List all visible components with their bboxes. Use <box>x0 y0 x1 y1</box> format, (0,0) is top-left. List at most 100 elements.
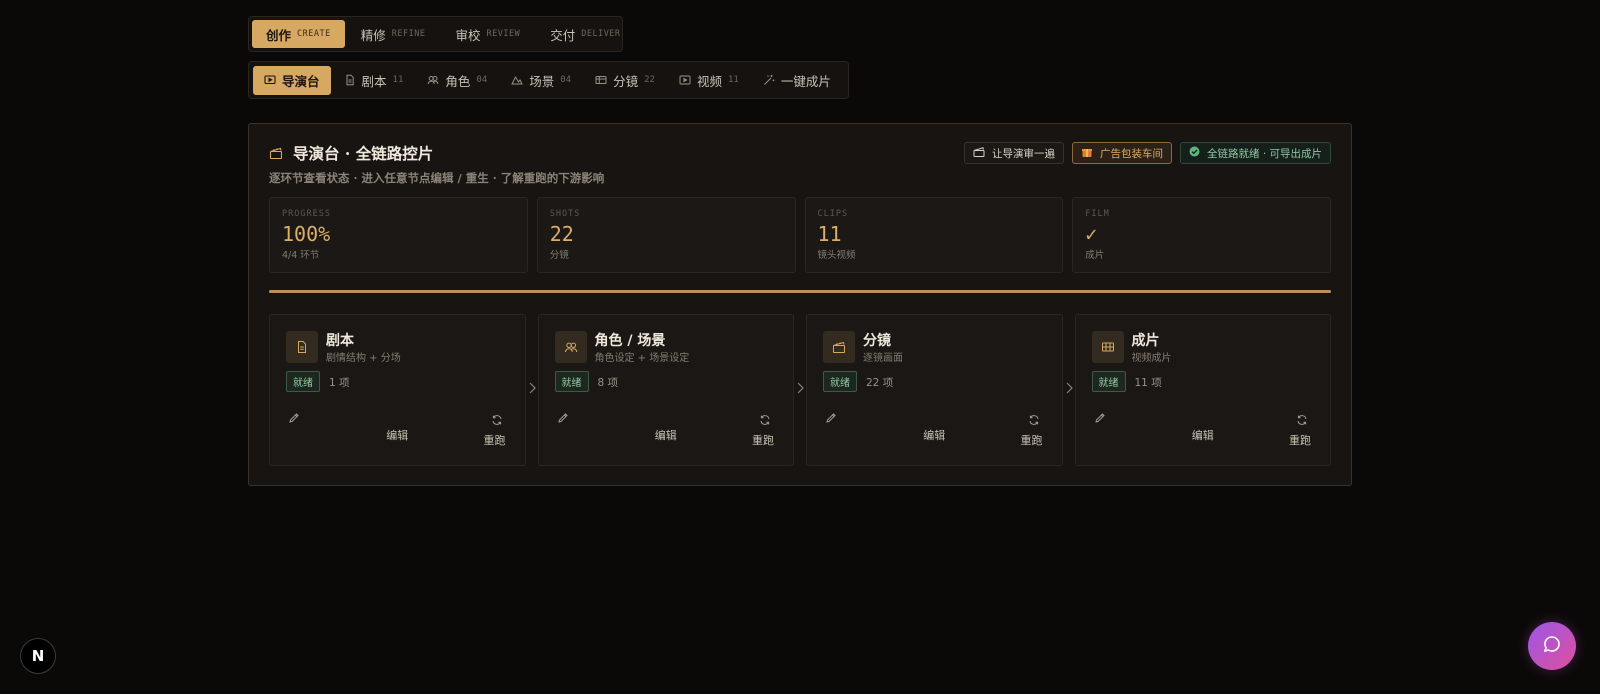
pencil-icon[interactable] <box>825 412 837 424</box>
tab-video[interactable]: 视频 11 <box>668 66 750 95</box>
node-title: 分镜 <box>863 333 891 349</box>
tab-label: 分镜 <box>613 73 639 89</box>
tab-label: 一键成片 <box>780 73 831 89</box>
stat-value: 100% <box>282 222 331 246</box>
check-circle-icon <box>1189 146 1200 160</box>
stat-key: FILM <box>1085 209 1110 219</box>
ready-badge: 就绪 <box>823 371 857 392</box>
button-label: 广告包装车间 <box>1099 147 1163 160</box>
tab-scenes[interactable]: 场景 04 <box>500 66 582 95</box>
tab-count: 22 <box>644 75 655 85</box>
chat-bubble-icon <box>1542 634 1562 658</box>
tab-label: 创作 <box>266 27 292 43</box>
tab-count: 04 <box>560 75 572 85</box>
ready-badge: 就绪 <box>286 371 320 392</box>
clapperboard-icon <box>269 146 283 160</box>
progress-fill <box>269 290 1331 293</box>
stat-shots: SHOTS 22 分镜 <box>536 197 796 273</box>
users-icon <box>427 74 439 86</box>
tab-deliver[interactable]: 交付 DELIVER <box>536 20 634 48</box>
stat-value: ✓ <box>1085 222 1098 246</box>
stat-key: SHOTS <box>549 209 581 219</box>
tab-count: 04 <box>476 75 488 85</box>
chat-button[interactable] <box>1528 622 1576 670</box>
rerun-button[interactable]: 重跑 <box>1021 411 1046 448</box>
page-title: 导演台 · 全链路控片 <box>293 144 434 163</box>
tab-label: 角色 <box>445 73 471 89</box>
tab-one-click-film[interactable]: 一键成片 <box>752 66 842 95</box>
node-count: 22 项 <box>866 377 894 389</box>
node-subtitle: 角色设定 + 场景设定 <box>594 353 690 364</box>
node-title: 成片 <box>1131 333 1160 349</box>
refresh-icon <box>759 414 771 426</box>
tab-label: 视频 <box>696 73 722 89</box>
header-actions: 让导演审一遍 广告包装车间 全链路就绪 · 可导出成片 <box>963 142 1331 164</box>
nextjs-dev-badge[interactable]: N <box>20 638 56 674</box>
node-script[interactable]: 剧本 剧情结构 + 分场 就绪 1 项 编辑 重跑 <box>269 314 536 466</box>
tab-characters[interactable]: 角色 04 <box>416 66 498 95</box>
tab-label: 剧本 <box>361 73 387 89</box>
clapperboard-icon <box>973 146 985 161</box>
chevron-right-icon <box>795 381 805 395</box>
tab-refine[interactable]: 精修 REFINE <box>347 20 440 48</box>
tab-storyboard[interactable]: 分镜 22 <box>584 66 666 95</box>
magic-wand-icon <box>763 74 775 86</box>
pencil-icon[interactable] <box>1094 412 1106 424</box>
tab-create[interactable]: 创作 CREATE <box>252 20 345 48</box>
rerun-button[interactable]: 重跑 <box>484 411 509 448</box>
film-icon <box>1091 331 1124 363</box>
refresh-icon <box>491 414 503 426</box>
tab-label: 交付 <box>550 27 576 43</box>
stat-sub: 成片 <box>1085 250 1105 261</box>
panel-header: 导演台 · 全链路控片 逐环节查看状态 · 进入任意节点编辑 / 重生 · 了解… <box>269 142 1331 185</box>
stat-film: FILM ✓ 成片 <box>1072 197 1331 273</box>
refresh-icon <box>1028 414 1040 426</box>
node-subtitle: 剧情结构 + 分场 <box>326 353 401 364</box>
clapperboard-icon <box>823 331 855 363</box>
stat-key: CLIPS <box>817 209 849 219</box>
ad-workshop-button[interactable]: 广告包装车间 <box>1071 142 1172 164</box>
rerun-button[interactable]: 重跑 <box>1289 411 1314 448</box>
rerun-label: 重跑 <box>1289 434 1311 447</box>
pencil-icon[interactable] <box>288 412 300 424</box>
stats-row: PROGRESS 100% 4/4 环节 SHOTS 22 分镜 CLIPS 1… <box>269 197 1331 273</box>
tab-label: 审校 <box>455 27 481 43</box>
node-count: 11 项 <box>1134 377 1162 389</box>
document-icon <box>286 331 318 363</box>
phase-tabs: 创作 CREATE 精修 REFINE 审校 REVIEW 交付 DELIVER <box>248 16 623 52</box>
tab-sublabel: CREATE <box>297 29 331 39</box>
pencil-icon[interactable] <box>557 412 569 424</box>
rerun-button[interactable]: 重跑 <box>752 411 777 448</box>
users-icon <box>554 331 587 363</box>
stat-value: 22 <box>549 222 574 246</box>
tab-director[interactable]: 导演台 <box>253 65 331 95</box>
tab-count: 11 <box>392 75 404 85</box>
module-tabs: 导演台 剧本 11 角色 04 场景 04 分镜 22 视频 11 一键成片 <box>248 61 849 99</box>
stat-sub: 分镜 <box>549 250 569 261</box>
stat-sub: 4/4 环节 <box>282 250 320 261</box>
refresh-icon <box>1296 414 1308 426</box>
status-text: 全链路就绪 · 可导出成片 <box>1206 147 1322 160</box>
node-storyboard[interactable]: 分镜 逐镜画面 就绪 22 项 编辑 重跑 <box>806 314 1073 466</box>
stat-sub: 镜头视频 <box>817 250 856 261</box>
node-count: 8 项 <box>597 377 619 389</box>
rerun-label: 重跑 <box>483 434 506 447</box>
ready-badge: 就绪 <box>554 371 589 392</box>
director-review-button[interactable]: 让导演审一遍 <box>963 142 1064 164</box>
node-count: 1 项 <box>329 377 350 389</box>
node-final-film[interactable]: 成片 视频成片 就绪 11 项 编辑 重跑 <box>1074 314 1331 466</box>
next-logo-icon: N <box>31 647 45 665</box>
gift-icon <box>1081 146 1093 161</box>
tab-script[interactable]: 剧本 11 <box>333 66 415 95</box>
tab-count: 11 <box>727 75 739 85</box>
node-characters-scenes[interactable]: 角色 / 场景 角色设定 + 场景设定 就绪 8 项 编辑 重跑 <box>537 314 804 466</box>
stat-value: 11 <box>817 222 842 246</box>
storyboard-icon <box>595 74 607 86</box>
tab-label: 精修 <box>360 27 386 43</box>
director-panel: 导演台 · 全链路控片 逐环节查看状态 · 进入任意节点编辑 / 重生 · 了解… <box>248 123 1352 486</box>
tab-review[interactable]: 审校 REVIEW <box>441 20 534 48</box>
status-badge: 全链路就绪 · 可导出成片 <box>1179 142 1331 164</box>
node-subtitle: 逐镜画面 <box>863 353 903 364</box>
document-icon <box>344 74 356 86</box>
node-subtitle: 视频成片 <box>1131 353 1172 364</box>
